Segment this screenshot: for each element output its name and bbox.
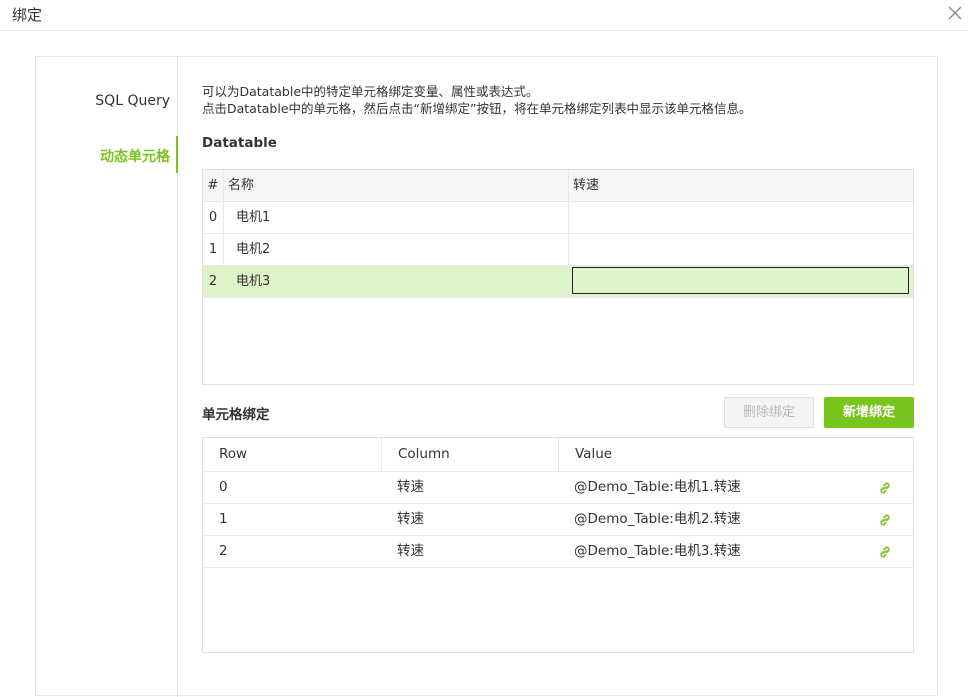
binding-row-index: 1 [219,511,228,527]
binding-column: 转速 [397,511,424,527]
column-header-value: Value [558,438,858,471]
close-icon[interactable] [945,3,965,23]
cell-speed[interactable] [568,234,913,265]
datatable-row[interactable]: 0 电机1 [203,202,913,234]
binding-value: @Demo_Table:电机1.转速 [574,479,741,495]
column-header-name: 名称 [223,170,568,201]
binding-header-row: Row Column Value [203,438,913,472]
binding-panel: SQL Query 动态单元格 可以为Datatable中的特定单元格绑定变量、… [35,56,938,697]
datatable-title: Datatable [202,135,277,151]
link-icon[interactable] [878,513,892,527]
cell-speed[interactable] [568,202,913,233]
row-index: 0 [208,210,218,225]
binding-title: 单元格绑定 [202,407,270,423]
cell-name[interactable]: 电机2 [223,234,568,265]
delete-binding-button[interactable]: 删除绑定 [724,397,814,428]
column-header-column: Column [381,438,558,471]
datatable-row-selected[interactable]: 2 电机3 [203,266,913,298]
binding-column: 转速 [397,479,424,495]
column-header-speed: 转速 [568,170,913,201]
row-index: 2 [208,274,218,289]
datatable-row[interactable]: 1 电机2 [203,234,913,266]
row-index: 1 [208,242,218,257]
binding-row[interactable]: 2 转速 @Demo_Table:电机3.转速 [203,536,913,568]
cell-name[interactable]: 电机1 [223,202,568,233]
datatable-grid: # 名称 转速 0 电机1 1 电机2 2 电机3 [202,169,914,385]
column-header-index: # [207,178,219,193]
binding-row-index: 0 [219,479,228,495]
binding-value: @Demo_Table:电机2.转速 [574,511,741,527]
nav-active-indicator [176,136,178,173]
cell-name[interactable]: 电机3 [223,266,568,297]
binding-row-index: 2 [219,543,228,559]
selected-cell-outline[interactable] [572,267,909,294]
nav-item-dynamic-cell[interactable]: 动态单元格 [100,146,170,166]
binding-table: Row Column Value 0 转速 @Demo_Table:电机1.转速… [202,437,914,653]
nav-item-sql-query[interactable]: SQL Query [95,93,170,109]
description-line-2: 点击Datatable中的单元格，然后点击“新增绑定”按钮，将在单元格绑定列表中… [202,101,752,116]
add-binding-button[interactable]: 新增绑定 [824,397,914,428]
description: 可以为Datatable中的特定单元格绑定变量、属性或表达式。 点击Datata… [202,83,751,117]
binding-column: 转速 [397,543,424,559]
binding-value: @Demo_Table:电机3.转速 [574,543,741,559]
dialog-header: 绑定 [0,0,968,31]
column-header-row: Row [219,446,248,462]
binding-row[interactable]: 0 转速 @Demo_Table:电机1.转速 [203,472,913,504]
datatable-header-row: # 名称 转速 [203,170,913,202]
link-icon[interactable] [878,545,892,559]
dialog-title: 绑定 [12,6,43,24]
description-line-1: 可以为Datatable中的特定单元格绑定变量、属性或表达式。 [202,84,539,99]
link-icon[interactable] [878,481,892,495]
binding-row[interactable]: 1 转速 @Demo_Table:电机2.转速 [203,504,913,536]
